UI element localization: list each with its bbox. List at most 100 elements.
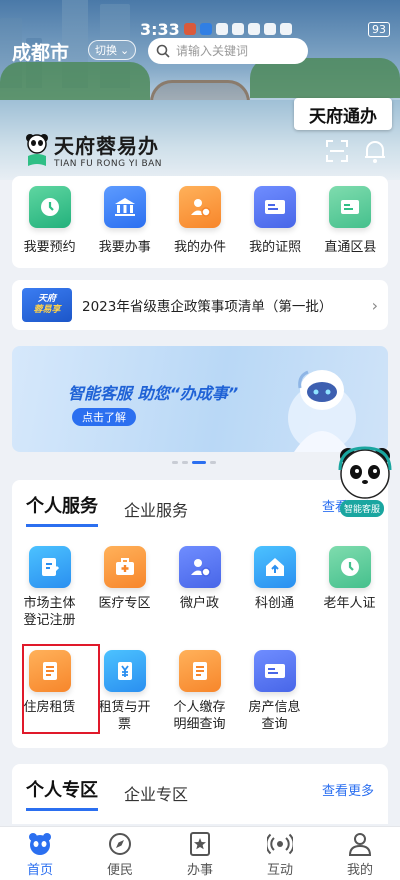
id-card-icon [253,649,296,692]
service-label: 市场主体 登记注册 [23,596,76,628]
chevron-down-icon: ⌄ [120,43,130,57]
app-name: 天府蓉易办 [54,134,159,158]
quick-action-districts[interactable]: 直通区县 [315,186,385,268]
zone-more-link[interactable]: 查看更多 [322,780,374,799]
banner-title: 智能客服 助您“办成事” [68,384,239,403]
quick-action-appointment[interactable]: 我要预约 [15,186,85,268]
service-label: 医疗专区 [98,596,151,611]
tab-personal-services[interactable]: 个人服务 [26,492,98,527]
panda-logo-icon [26,133,48,166]
person-icon [348,833,372,856]
id-card-icon [254,186,297,228]
broadcast-icon [267,833,293,855]
service-label: 微户政 [179,596,219,611]
chevron-right-icon: › [371,295,378,315]
card-icon [329,186,372,228]
customer-service-float[interactable]: 智能客服 [330,444,400,520]
notice-tag-line1: 天府 [37,294,56,305]
search-box[interactable] [148,38,308,64]
user-doc-icon [178,186,221,228]
nav-services[interactable]: 办事 [170,831,230,880]
edit-doc-icon [28,546,71,588]
notice-tag-line2: 蓉易享 [33,305,61,315]
tab-business-zone[interactable]: 企业专区 [124,781,188,811]
banner-pagination [172,461,216,464]
nav-label: 便民 [106,863,133,878]
mute-icon [231,23,244,35]
customer-service-label: 智能客服 [340,500,385,517]
clock-icon [28,186,71,228]
service-property-info[interactable]: 房产信息 查询 [237,649,312,734]
bank-icon [103,186,146,228]
bridge [150,80,250,102]
quick-actions: 我要预约 我要办事 我的办件 我的证照 直通区县 [12,176,388,268]
tab-business-services[interactable]: 企业服务 [124,497,188,527]
policy-notice[interactable]: 天府 蓉易享 2023年省级惠企政策事项清单（第一批） › [12,280,388,330]
yuan-doc-icon [103,649,146,692]
nav-home[interactable]: 首页 [10,831,70,880]
bottom-nav: 首页 便民 办事 互动 我的 [0,826,400,880]
battery-indicator: 93 [368,21,390,37]
nav-label: 我的 [346,863,373,878]
nav-mine[interactable]: 我的 [330,831,390,880]
switch-label: 切换 [95,44,117,57]
quick-action-my-cases[interactable]: 我的办件 [165,186,235,268]
quick-action-label: 我的证照 [249,240,302,255]
quick-action-label: 我要预约 [23,240,76,255]
medical-kit-icon [103,546,146,588]
quick-action-my-licenses[interactable]: 我的证照 [240,186,310,268]
highlight-box [22,644,100,734]
user-doc-icon [178,546,221,588]
trees [0,62,150,102]
scan-icon[interactable] [326,140,348,162]
nav-interaction[interactable]: 互动 [250,831,310,880]
pagination-dot [182,461,188,464]
service-label: 个人缴存 明细查询 [173,699,226,732]
app-notification-icon [199,23,212,35]
service-household[interactable]: 微户政 [162,546,237,630]
service-label: 老年人证 [323,596,376,611]
search-input[interactable] [176,44,296,58]
service-medical[interactable]: 医疗专区 [87,546,162,630]
panda-mascot-icon [338,446,392,499]
service-label: 房产信息 查询 [248,699,301,732]
services-panel: 个人服务 企业服务 查看更多 市场主体登记注册 医疗专区 微户政 科创通 [12,480,388,748]
compass-icon [109,833,131,855]
bell-icon[interactable] [363,138,387,164]
service-market-registration[interactable]: 市场主体 登记注册 [12,546,87,630]
quick-action-label: 直通区县 [324,240,377,255]
service-senior-card[interactable]: 老年人证 [312,546,387,630]
search-icon [156,44,170,58]
brand-badge: 天府通办 [294,98,392,130]
nav-convenience[interactable]: 便民 [90,831,150,880]
services-tabs: 个人服务 企业服务 [26,492,188,527]
service-innovation[interactable]: 科创通 [237,546,312,630]
status-bar: 3:33 93 [140,18,390,40]
app-logo: 天府蓉易办 TIAN FU RONG YI BAN [24,130,162,169]
notification-icon [215,23,228,35]
service-label: 科创通 [254,596,294,611]
status-time: 3:33 [140,19,180,39]
clock-icon [328,546,371,588]
banner-learn-more-button[interactable]: 点击了解 [72,408,136,426]
service-deposit-details[interactable]: 个人缴存 明细查询 [162,649,237,734]
pagination-dot-active [192,461,206,464]
signal-icon [279,23,292,35]
bluetooth-icon [247,23,260,35]
receipt-icon [178,649,221,692]
nav-label: 互动 [266,863,293,878]
tab-personal-zone[interactable]: 个人专区 [26,776,98,811]
city-label[interactable]: 成都市 [12,38,69,65]
pagination-dot [210,461,216,464]
app-notification-icon [183,23,196,35]
notice-text: 2023年省级惠企政策事项清单（第一批） [82,299,333,315]
pagination-dot [172,461,178,464]
nav-label: 首页 [26,863,53,878]
zone-tabs: 个人专区 企业专区 [26,776,188,811]
trees [250,58,400,98]
nav-label: 办事 [186,863,213,878]
city-switch-button[interactable]: 切换 ⌄ [88,40,137,60]
panda-home-icon [29,833,51,855]
promo-banner[interactable]: 智能客服 助您“办成事” 点击了解 [12,346,388,452]
quick-action-apply[interactable]: 我要办事 [90,186,160,268]
